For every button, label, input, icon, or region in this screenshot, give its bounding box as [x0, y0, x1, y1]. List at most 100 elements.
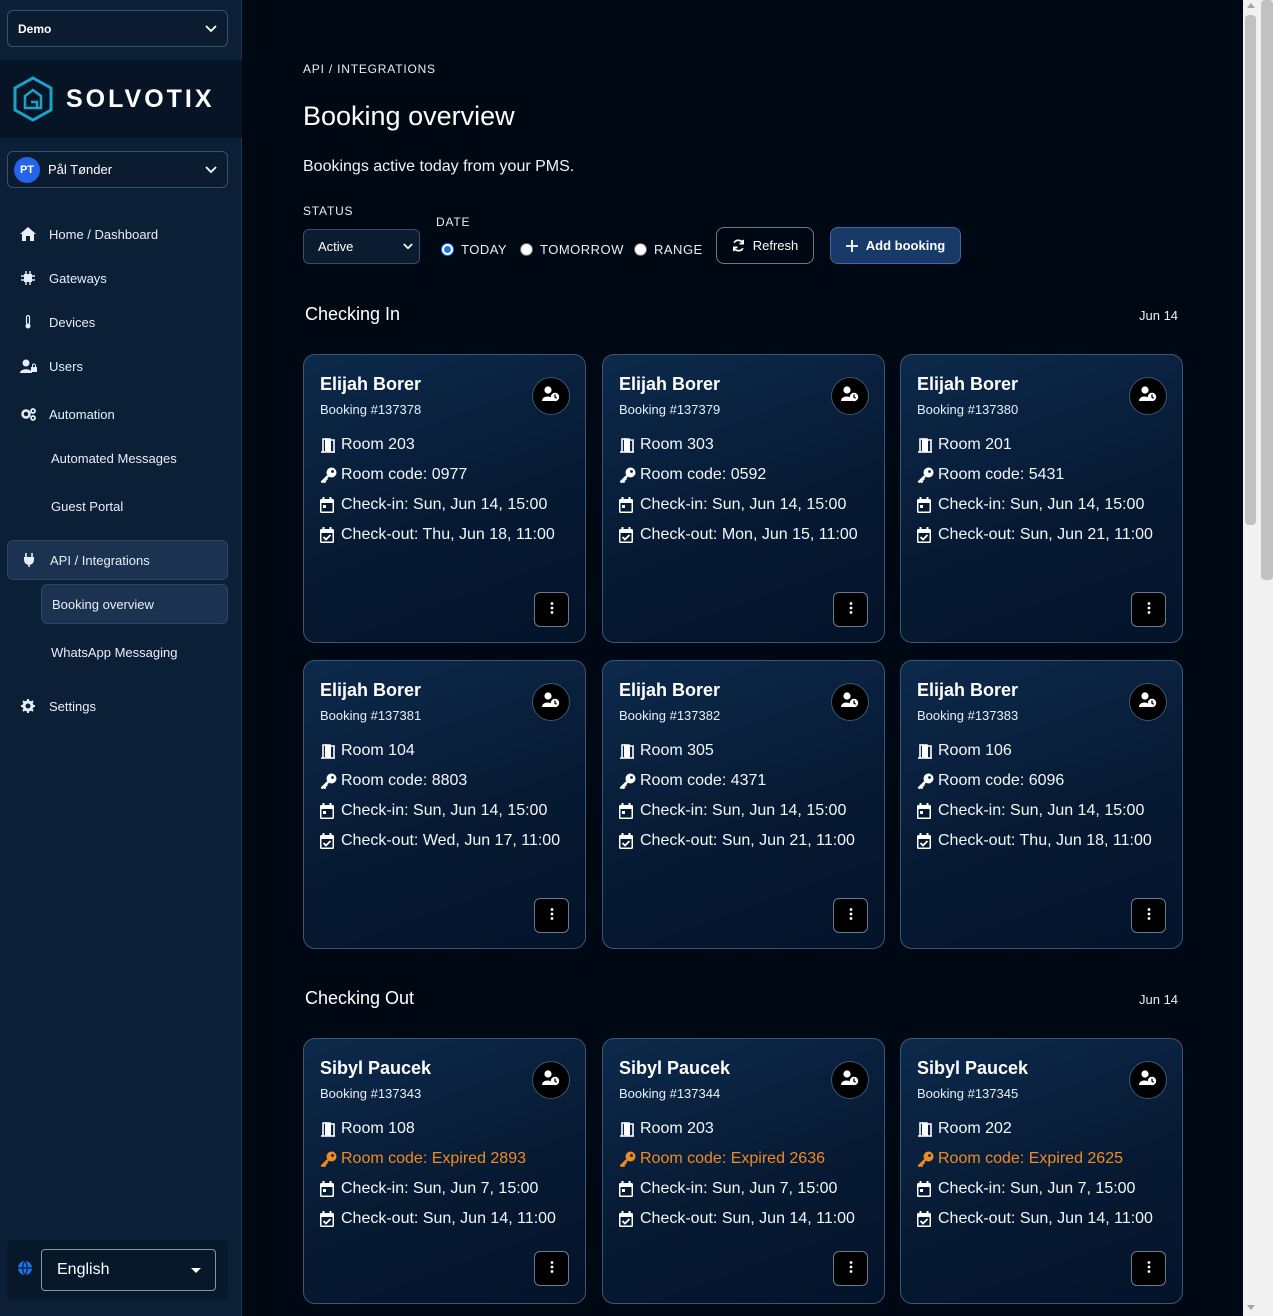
booking-number: Booking #137380 [917, 402, 1019, 417]
more-options-button[interactable] [534, 592, 569, 627]
radio-selected [441, 243, 454, 256]
booking-card[interactable]: Elijah Borer Booking #137378 Room 203 Room … [303, 354, 586, 643]
booking-card[interactable]: Elijah Borer Booking #137380 Room 201 Room … [900, 354, 1183, 643]
date-today-radio[interactable]: TODAY [441, 242, 507, 257]
calendar-icon [320, 493, 338, 517]
nav-item-booking-overview[interactable]: Booking overview [41, 584, 228, 624]
scroll-up-arrow-icon[interactable] [1247, 3, 1255, 8]
nav-item-devices[interactable]: Devices [7, 302, 228, 342]
more-options-button[interactable] [833, 592, 868, 627]
more-options-button[interactable] [833, 1251, 868, 1286]
key-icon [320, 463, 338, 487]
check-in-row: Check-in: Sun, Jun 14, 15:00 [320, 493, 576, 517]
scrollbar-thumb-secondary[interactable] [1261, 0, 1273, 580]
nav-item-whatsapp-messaging[interactable]: WhatsApp Messaging [41, 632, 228, 672]
add-booking-button[interactable]: Add booking [830, 227, 961, 264]
booking-number: Booking #137383 [917, 708, 1019, 723]
scrollbar-thumb[interactable] [1245, 15, 1256, 525]
check-out-row: Check-out: Thu, Jun 18, 11:00 [320, 523, 576, 547]
room-code-row: Room code: 8803 [320, 769, 576, 793]
door-icon [619, 433, 637, 457]
check-in-row: Check-in: Sun, Jun 14, 15:00 [619, 799, 875, 823]
scroll-down-arrow-icon[interactable] [1247, 1305, 1255, 1310]
key-icon [917, 1147, 935, 1171]
language-select-value: English [57, 1261, 110, 1278]
nav-item-api-integrations[interactable]: API / Integrations [7, 540, 228, 580]
room-code: Room code: Expired 2625 [938, 1150, 1123, 1167]
check-in-time: Check-in: Sun, Jun 7, 15:00 [938, 1180, 1136, 1197]
nav-item-gateways[interactable]: Gateways [7, 258, 228, 298]
language-panel: English [7, 1240, 228, 1300]
room-number: Room 108 [341, 1120, 415, 1137]
assign-guest-button[interactable] [1129, 1061, 1167, 1099]
room-code-row: Room code: 5431 [917, 463, 1173, 487]
nav-item-automated-messages[interactable]: Automated Messages [41, 438, 228, 478]
room-row: Room 104 [320, 739, 576, 763]
more-options-button[interactable] [534, 898, 569, 933]
language-select[interactable]: English [41, 1249, 216, 1291]
sidebar: Demo SOLVOTIX PT Pål Tønder Home / Dashb… [0, 0, 242, 1316]
user-select[interactable]: PT Pål Tønder [7, 151, 228, 188]
more-options-button[interactable] [1131, 1251, 1166, 1286]
room-number: Room 303 [640, 436, 714, 453]
brand-logo[interactable]: SOLVOTIX [0, 60, 242, 138]
room-number: Room 201 [938, 436, 1012, 453]
kebab-menu-icon [550, 601, 554, 619]
date-tomorrow-radio[interactable]: TOMORROW [520, 242, 624, 257]
more-options-button[interactable] [1131, 898, 1166, 933]
check-out-row: Check-out: Sun, Jun 21, 11:00 [917, 523, 1173, 547]
nav-item-home[interactable]: Home / Dashboard [7, 214, 228, 254]
booking-number: Booking #137379 [619, 402, 721, 417]
guest-name: Elijah Borer [320, 374, 422, 394]
section-title-checking-in: Checking In [305, 304, 401, 324]
check-out-time: Check-out: Sun, Jun 14, 11:00 [640, 1210, 855, 1227]
guest-name: Elijah Borer [619, 374, 721, 394]
booking-card[interactable]: Sibyl Paucek Booking #137345 Room 202 Room … [900, 1038, 1183, 1304]
calendar-check-icon [619, 829, 637, 853]
booking-card[interactable]: Elijah Borer Booking #137382 Room 305 Room … [602, 660, 885, 949]
check-in-time: Check-in: Sun, Jun 14, 15:00 [640, 802, 847, 819]
chevron-down-icon [205, 24, 217, 33]
plug-icon [20, 551, 38, 569]
assign-guest-button[interactable] [532, 683, 570, 721]
check-out-row: Check-out: Sun, Jun 14, 11:00 [619, 1207, 875, 1231]
check-in-row: Check-in: Sun, Jun 7, 15:00 [917, 1177, 1173, 1201]
assign-guest-button[interactable] [1129, 377, 1167, 415]
room-number: Room 202 [938, 1120, 1012, 1137]
assign-guest-button[interactable] [831, 1061, 869, 1099]
status-select[interactable]: Active [303, 229, 420, 264]
assign-guest-button[interactable] [532, 1061, 570, 1099]
nav-label: Devices [49, 314, 96, 330]
page-subtitle: Bookings active today from your PMS. [303, 158, 575, 175]
room-code: Room code: 6096 [938, 772, 1065, 789]
check-in-time: Check-in: Sun, Jun 7, 15:00 [341, 1180, 539, 1197]
more-options-button[interactable] [833, 898, 868, 933]
booking-card[interactable]: Elijah Borer Booking #137379 Room 303 Room … [602, 354, 885, 643]
assign-guest-button[interactable] [831, 683, 869, 721]
booking-card[interactable]: Elijah Borer Booking #137383 Room 106 Room … [900, 660, 1183, 949]
calendar-check-icon [320, 1207, 338, 1231]
assign-guest-button[interactable] [1129, 683, 1167, 721]
assign-guest-button[interactable] [831, 377, 869, 415]
calendar-check-icon [917, 523, 935, 547]
booking-card[interactable]: Sibyl Paucek Booking #137343 Room 108 Room … [303, 1038, 586, 1304]
nav-label: Gateways [49, 270, 107, 286]
date-range-radio[interactable]: RANGE [634, 242, 703, 257]
add-booking-label: Add booking [865, 238, 946, 253]
user-clock-icon [542, 691, 560, 713]
refresh-button[interactable]: Refresh [716, 227, 814, 264]
door-icon [917, 1117, 935, 1141]
nav-item-guest-portal[interactable]: Guest Portal [41, 486, 228, 526]
nav-label: Settings [49, 698, 96, 714]
more-options-button[interactable] [1131, 592, 1166, 627]
nav-item-users[interactable]: Users [7, 346, 228, 386]
more-options-button[interactable] [534, 1251, 569, 1286]
booking-card[interactable]: Sibyl Paucek Booking #137344 Room 203 Room … [602, 1038, 885, 1304]
room-row: Room 202 [917, 1117, 1173, 1141]
check-in-time: Check-in: Sun, Jun 14, 15:00 [341, 802, 548, 819]
organization-select[interactable]: Demo [7, 10, 228, 47]
assign-guest-button[interactable] [532, 377, 570, 415]
booking-card[interactable]: Elijah Borer Booking #137381 Room 104 Room … [303, 660, 586, 949]
nav-item-settings[interactable]: Settings [7, 686, 228, 726]
nav-item-automation[interactable]: Automation [7, 394, 228, 434]
